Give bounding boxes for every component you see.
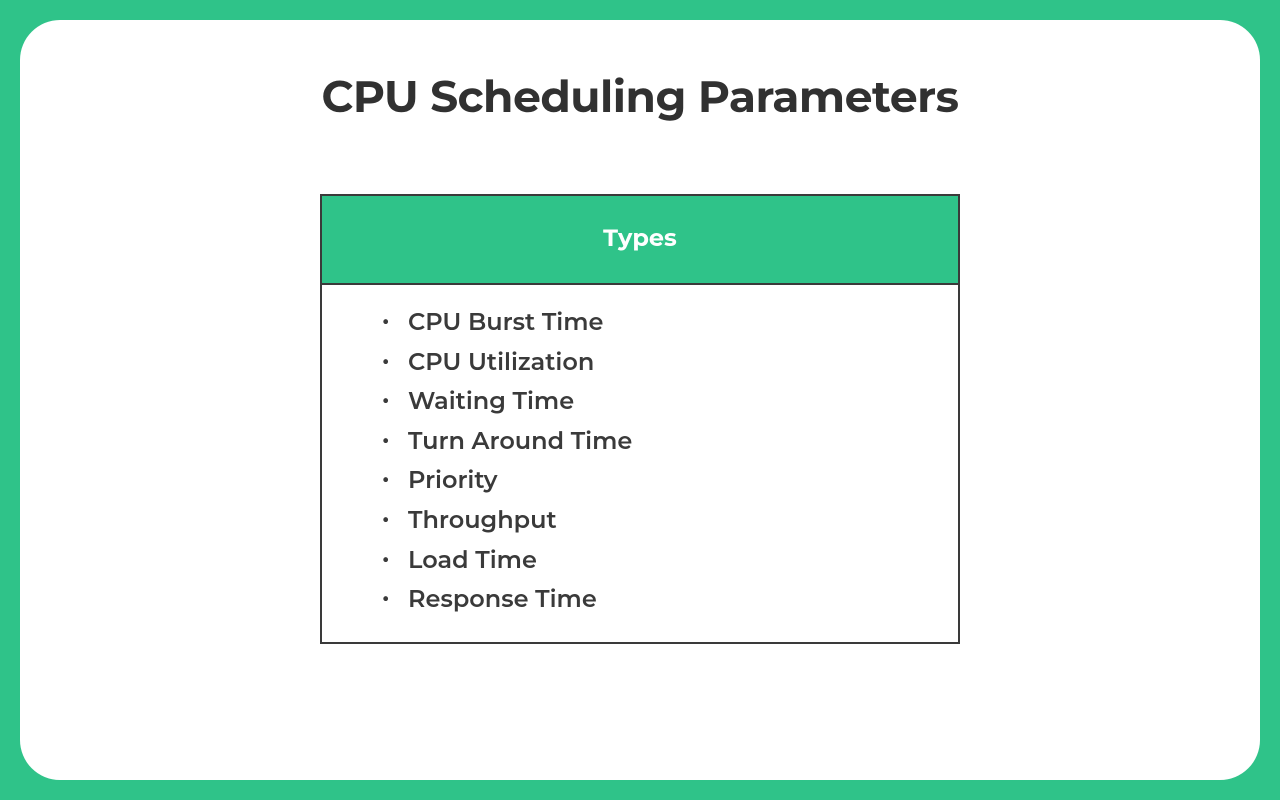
card-container: CPU Scheduling Parameters Types CPU Burs…: [20, 20, 1260, 780]
list-item: CPU Utilization: [382, 343, 898, 383]
list-item: Response Time: [382, 580, 898, 620]
table-body: CPU Burst Time CPU Utilization Waiting T…: [322, 285, 958, 642]
list-item: Load Time: [382, 541, 898, 581]
list-item: CPU Burst Time: [382, 303, 898, 343]
list-item: Throughput: [382, 501, 898, 541]
types-list: CPU Burst Time CPU Utilization Waiting T…: [382, 303, 898, 620]
page-title: CPU Scheduling Parameters: [321, 70, 958, 124]
table-header: Types: [322, 196, 958, 285]
list-item: Waiting Time: [382, 382, 898, 422]
list-item: Turn Around Time: [382, 422, 898, 462]
types-table: Types CPU Burst Time CPU Utilization Wai…: [320, 194, 960, 644]
list-item: Priority: [382, 461, 898, 501]
